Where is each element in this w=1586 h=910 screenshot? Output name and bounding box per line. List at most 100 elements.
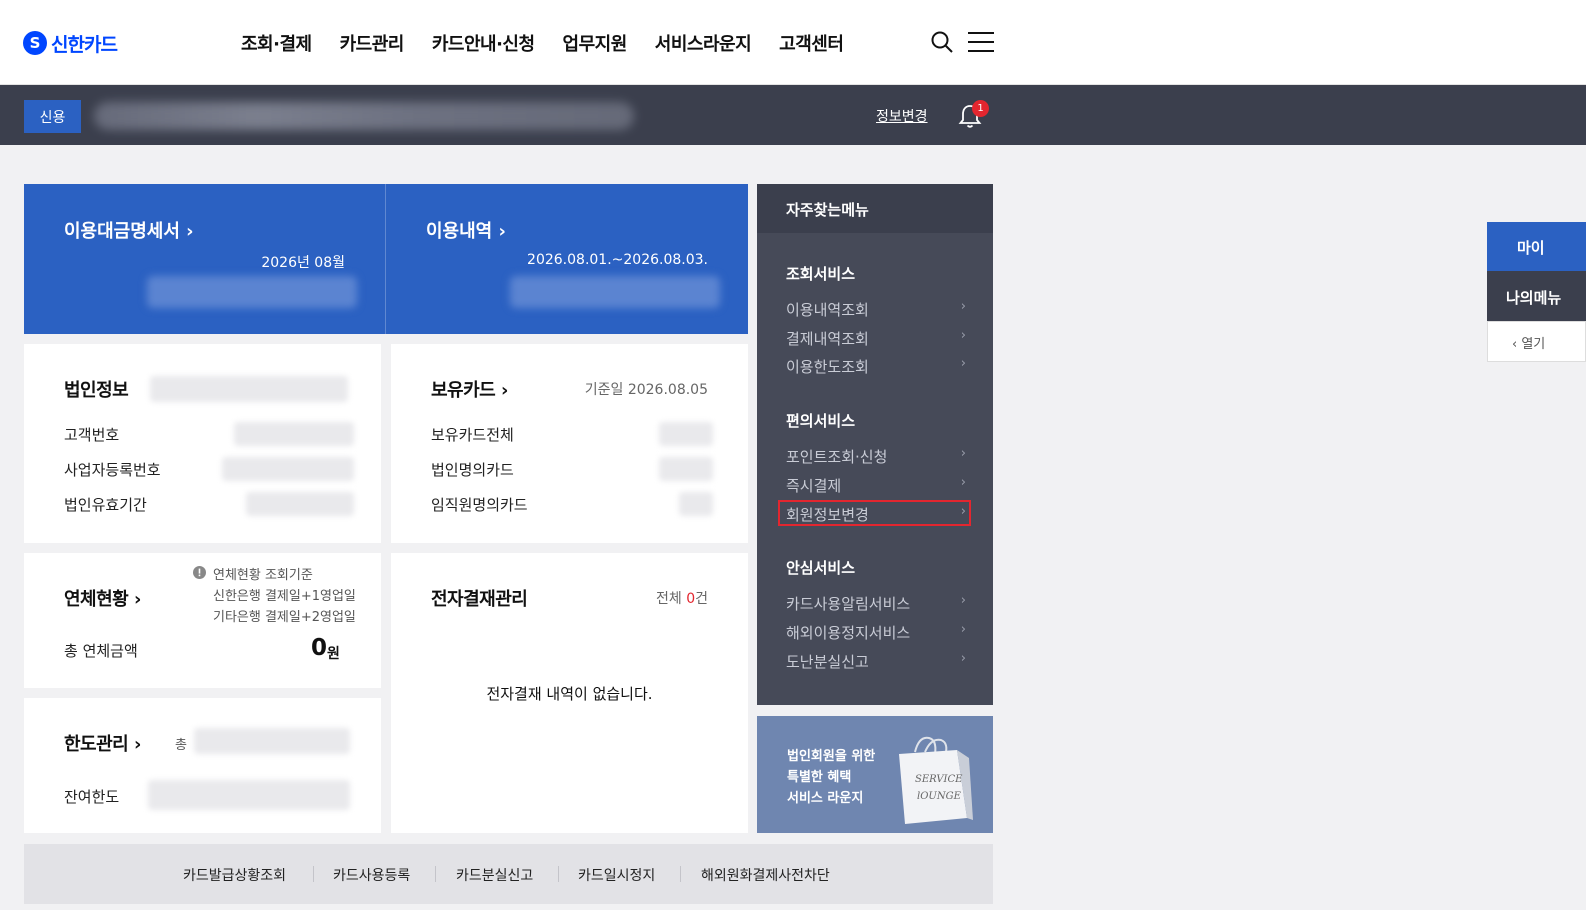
shopping-bag-icon: SERVICE lOUNGE — [899, 736, 973, 824]
usage-link[interactable]: 이용내역 › — [426, 217, 506, 243]
epayment-card: 전자결재관리 전체 0건 전자결재 내역이 없습니다. — [391, 553, 748, 833]
notification-count-badge: 1 — [972, 100, 989, 117]
overdue-card: 연체현황 › 연체현황 조회기준 신한은행 결제일+1영업일 기타은행 결제일+… — [24, 553, 381, 688]
blurred-customer-number — [234, 422, 354, 446]
service-lounge-banner[interactable]: 법인회원을 위한 특별한 혜택 서비스 라운지 SERVICE lOUNGE — [757, 716, 993, 833]
limit-total-label: 총 — [175, 738, 187, 753]
menu-limit-inquiry-label: 이용한도조회 — [786, 358, 869, 376]
promo-line-2: 특별한 혜택 — [787, 770, 852, 785]
corp-name-cards-label: 법인명의카드 — [431, 461, 514, 479]
epayment-count-suffix: 건 — [695, 591, 708, 607]
hamburger-menu-icon[interactable] — [968, 31, 994, 53]
epayment-count-value: 0 — [686, 591, 696, 607]
menu-point-inquiry-label: 포인트조회·신청 — [786, 448, 888, 466]
menu-instant-payment[interactable]: 즉시결제 › — [786, 475, 966, 496]
chevron-right-icon: › — [960, 299, 966, 314]
remaining-limit-label: 잔여한도 — [64, 788, 120, 806]
shinhan-card-logo[interactable]: S 신한카드 — [23, 29, 118, 57]
blurred-all-cards-count — [659, 422, 713, 446]
divider — [313, 866, 314, 882]
chevron-right-icon: › — [960, 651, 966, 666]
divider — [435, 866, 436, 882]
business-number-label: 사업자등록번호 — [64, 461, 161, 479]
overdue-link[interactable]: 연체현황 › — [64, 585, 141, 611]
chevron-right-icon: › — [960, 446, 966, 461]
side-my-button[interactable]: 마이 — [1487, 222, 1586, 271]
bag-label-2: lOUNGE — [917, 791, 962, 802]
blurred-corp-cards-count — [659, 457, 713, 481]
statement-link[interactable]: 이용대금명세서 › — [64, 217, 194, 243]
blurred-usage-amount — [510, 276, 720, 308]
nav-inquiry-payment[interactable]: 조회·결제 — [241, 30, 312, 56]
link-card-suspend[interactable]: 카드일시정지 — [578, 865, 655, 885]
nav-customer-center[interactable]: 고객센터 — [779, 30, 844, 56]
frequent-menu-title: 자주찾는메뉴 — [757, 184, 993, 233]
overdue-notice-1: 연체현황 조회기준 — [213, 568, 313, 583]
promo-line-3: 서비스 라운지 — [787, 791, 864, 806]
blurred-corp-name — [150, 376, 348, 402]
info-change-link[interactable]: 정보변경 — [876, 106, 928, 126]
menu-payment-history-label: 결제내역조회 — [786, 330, 869, 348]
corp-validity-label: 법인유효기간 — [64, 496, 147, 514]
chevron-right-icon: › — [960, 593, 966, 608]
usage-period: 2026.08.01.~2026.08.03. — [527, 252, 708, 268]
site-header: S 신한카드 조회·결제 카드관리 카드안내·신청 업무지원 서비스라운지 고객… — [0, 0, 1586, 85]
menu-limit-inquiry[interactable]: 이용한도조회 › — [786, 356, 966, 377]
usage-panel: 이용내역 › 2026.08.01.~2026.08.03. — [386, 184, 748, 334]
menu-instant-payment-label: 즉시결제 — [786, 477, 842, 495]
side-open-button[interactable]: ‹ 열기 — [1487, 321, 1586, 362]
search-icon[interactable] — [930, 30, 954, 54]
safety-service-heading: 안심서비스 — [786, 559, 856, 577]
link-dcc-block[interactable]: 해외원화결제사전차단 — [701, 865, 830, 885]
highlight-box — [778, 500, 971, 526]
corp-info-card: 법인정보 고객번호 사업자등록번호 법인유효기간 — [24, 344, 381, 543]
epayment-count: 전체 0건 — [656, 588, 708, 608]
logo-text: 신한카드 — [51, 33, 118, 56]
total-overdue-amount: 0 — [311, 635, 328, 661]
customer-number-label: 고객번호 — [64, 426, 120, 444]
divider — [680, 866, 681, 882]
inquiry-service-heading: 조회서비스 — [786, 265, 856, 283]
blurred-employee-cards-count — [679, 492, 713, 516]
limit-card: 한도관리 › 총 잔여한도 — [24, 698, 381, 833]
nav-card-info-apply[interactable]: 카드안내·신청 — [432, 30, 535, 56]
convenience-service-heading: 편의서비스 — [786, 412, 856, 430]
menu-overseas-block-service-label: 해외이용정지서비스 — [786, 624, 911, 642]
statement-month: 2026년 08월 — [261, 255, 345, 271]
epayment-title: 전자결재관리 — [431, 589, 528, 610]
all-cards-label: 보유카드전체 — [431, 426, 514, 444]
link-card-use-register[interactable]: 카드사용등록 — [333, 865, 410, 885]
link-card-loss-report[interactable]: 카드분실신고 — [456, 865, 533, 885]
nav-business-support[interactable]: 업무지원 — [563, 30, 628, 56]
menu-card-alert-service[interactable]: 카드사용알림서비스 › — [786, 593, 966, 614]
menu-payment-history[interactable]: 결제내역조회 › — [786, 328, 966, 349]
menu-point-inquiry[interactable]: 포인트조회·신청 › — [786, 446, 966, 467]
billing-summary: 이용대금명세서 › 2026년 08월 이용내역 › 2026.08.01.~2… — [24, 184, 748, 334]
link-card-issue-status[interactable]: 카드발급상황조회 — [183, 865, 286, 885]
menu-overseas-block-service[interactable]: 해외이용정지서비스 › — [786, 622, 966, 643]
promo-line-1: 법인회원을 위한 — [787, 749, 876, 764]
user-bar: 신용 정보변경 — [0, 85, 1586, 145]
global-nav: 조회·결제 카드관리 카드안내·신청 업무지원 서비스라운지 고객센터 — [241, 30, 871, 56]
owned-cards-link[interactable]: 보유카드 › — [431, 376, 508, 402]
limit-link[interactable]: 한도관리 › — [64, 730, 141, 756]
side-my-menu-button[interactable]: 나의메뉴 — [1487, 271, 1586, 321]
chevron-right-icon: › — [960, 475, 966, 490]
menu-theft-loss-report[interactable]: 도난분실신고 › — [786, 651, 966, 672]
total-overdue-label: 총 연체금액 — [64, 642, 138, 660]
owned-cards-base-date: 기준일 2026.08.05 — [584, 382, 708, 398]
chevron-right-icon: › — [960, 356, 966, 371]
bag-label-1: SERVICE — [915, 774, 963, 785]
blurred-remaining-limit — [148, 780, 350, 810]
epayment-empty-message: 전자결재 내역이 없습니다. — [486, 685, 653, 703]
menu-usage-history[interactable]: 이용내역조회 › — [786, 299, 966, 320]
blurred-business-number — [222, 457, 354, 481]
nav-service-lounge[interactable]: 서비스라운지 — [655, 30, 752, 56]
info-icon — [193, 566, 206, 579]
overdue-notice-3: 기타은행 결제일+2영업일 — [213, 610, 356, 625]
chevron-right-icon: › — [960, 622, 966, 637]
blurred-corp-validity — [246, 492, 354, 516]
nav-card-management[interactable]: 카드관리 — [340, 30, 405, 56]
total-overdue-unit: 원 — [327, 646, 340, 662]
employee-cards-label: 임직원명의카드 — [431, 496, 528, 514]
